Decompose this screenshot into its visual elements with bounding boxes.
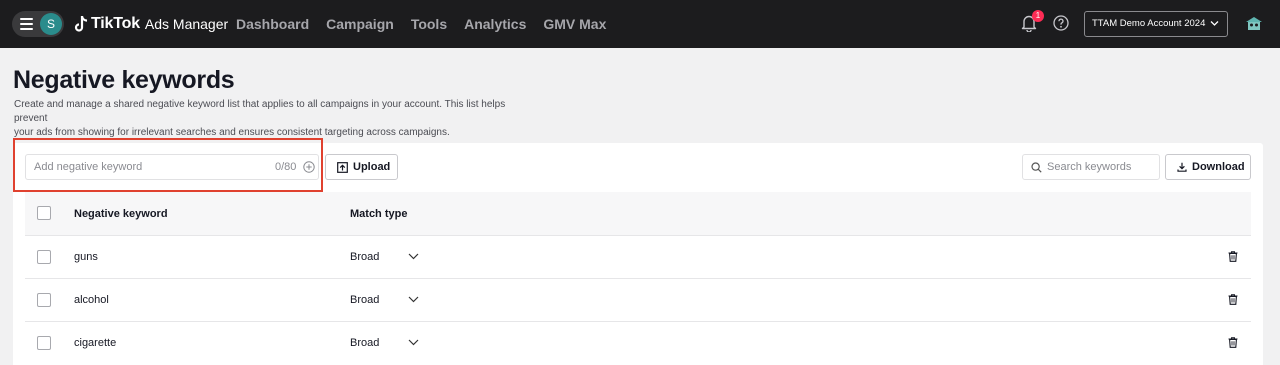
hamburger-menu-icon[interactable] <box>20 18 33 30</box>
chevron-down-icon <box>408 339 419 346</box>
highlight-box <box>13 138 323 192</box>
upload-label: Upload <box>353 161 391 173</box>
table-row: alcohol Broad <box>25 278 1251 321</box>
download-icon <box>1177 162 1187 172</box>
account-selector[interactable]: TTAM Demo Account 2024 <box>1084 11 1228 37</box>
trash-icon[interactable] <box>1228 251 1238 262</box>
tiktok-note-icon <box>74 16 88 32</box>
row-checkbox[interactable] <box>37 293 51 307</box>
select-all-checkbox[interactable] <box>37 206 51 220</box>
match-type-value: Broad <box>350 294 380 306</box>
nav-campaign[interactable]: Campaign <box>326 16 394 32</box>
logo-product: Ads Manager <box>144 16 229 32</box>
trash-icon[interactable] <box>1228 337 1238 348</box>
trash-icon[interactable] <box>1228 294 1238 305</box>
extension-icon[interactable] <box>1244 14 1264 32</box>
match-type-value: Broad <box>350 337 380 349</box>
match-type-value: Broad <box>350 251 380 263</box>
nav-tools[interactable]: Tools <box>411 16 447 32</box>
chevron-down-icon <box>1210 21 1219 26</box>
table-header: Negative keyword Match type <box>25 192 1251 235</box>
chevron-down-icon <box>408 253 419 260</box>
column-header-keyword[interactable]: Negative keyword <box>74 208 168 220</box>
column-header-match-type[interactable]: Match type <box>350 208 407 220</box>
page-description: Create and manage a shared negative keyw… <box>14 98 534 140</box>
nav-dashboard[interactable]: Dashboard <box>236 16 309 32</box>
nav-gmv-max[interactable]: GMV Max <box>543 16 606 32</box>
keyword-cell: guns <box>74 251 98 263</box>
chevron-down-icon <box>408 296 419 303</box>
nav-analytics[interactable]: Analytics <box>464 16 526 32</box>
menu-account-pill[interactable]: S <box>12 11 64 37</box>
download-button[interactable]: Download <box>1165 154 1251 180</box>
tiktok-ads-manager-logo[interactable]: TikTok Ads Manager <box>74 14 228 34</box>
notification-badge: 1 <box>1032 10 1044 22</box>
help-icon[interactable] <box>1053 15 1069 31</box>
search-input[interactable] <box>1047 155 1157 179</box>
account-name: TTAM Demo Account 2024 <box>1092 18 1206 29</box>
search-field[interactable] <box>1022 154 1160 180</box>
keyword-cell: cigarette <box>74 337 117 349</box>
logo-brand: TikTok <box>91 15 140 32</box>
table-row: guns Broad <box>25 235 1251 278</box>
search-icon <box>1031 162 1042 173</box>
row-checkbox[interactable] <box>37 250 51 264</box>
row-checkbox[interactable] <box>37 336 51 350</box>
table-row: cigarette Broad <box>25 321 1251 364</box>
download-label: Download <box>1192 161 1245 173</box>
avatar[interactable]: S <box>40 13 62 35</box>
upload-button[interactable]: Upload <box>325 154 398 180</box>
keyword-cell: alcohol <box>74 294 109 306</box>
page-title: Negative keywords <box>13 66 235 94</box>
main-nav: Dashboard Campaign Tools Analytics GMV M… <box>236 16 623 32</box>
top-navigation-bar: S TikTok Ads Manager Dashboard Campaign … <box>0 0 1280 48</box>
upload-icon <box>337 161 348 173</box>
page-description-line-1: Create and manage a shared negative keyw… <box>14 99 506 124</box>
